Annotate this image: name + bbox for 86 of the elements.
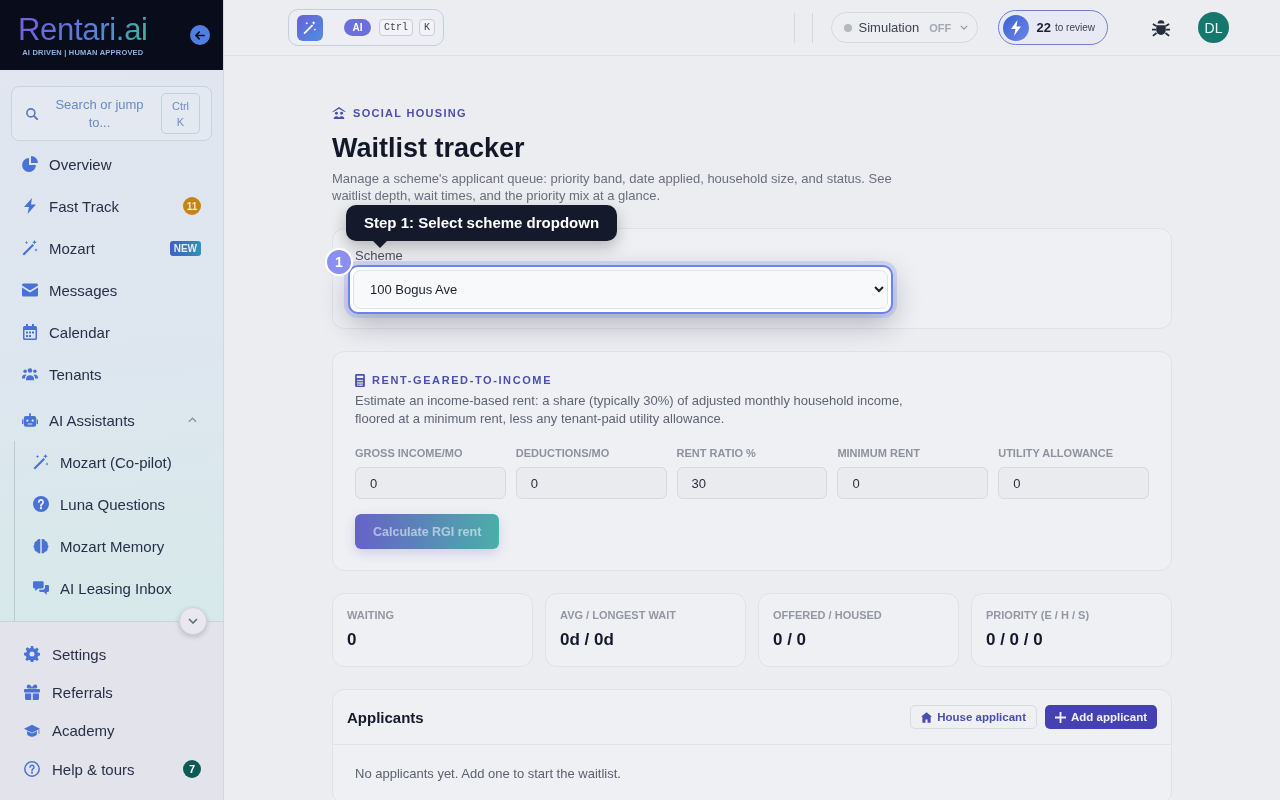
sidebar-item[interactable]: Academy (0, 711, 223, 750)
simulation-toggle[interactable]: Simulation OFF (830, 12, 978, 43)
new-badge: NEW (169, 240, 201, 256)
field-label: GROSS INCOME/MO (355, 447, 464, 460)
scheme-select[interactable]: 100 Bogus Ave (353, 270, 888, 309)
section-label: RENT-GEARED-TO-INCOME (372, 374, 553, 386)
review-queue-button[interactable]: 22 to review (997, 10, 1108, 45)
keyboard-key: Ctrl (378, 19, 413, 36)
house-applicant-button[interactable]: House applicant (910, 705, 1037, 729)
field-label: UTILITY ALLOWANCE (998, 447, 1115, 460)
lightning-icon (1002, 14, 1029, 41)
stat-label: PRIORITY (E / H / S) (986, 608, 1091, 622)
tour-tooltip: Step 1: Select scheme dropdown (346, 205, 618, 241)
sidebar-item[interactable]: Settings (0, 635, 223, 674)
sidebar-item[interactable]: Tenants (0, 353, 223, 395)
count-badge: 11 (183, 197, 201, 215)
field-label: RENT RATIO % (676, 447, 757, 460)
keyboard-shortcut: Ctrl K (161, 93, 200, 134)
lightning-icon (22, 198, 38, 214)
stat-label: WAITING (347, 608, 396, 622)
section-label: SOCIAL HOUSING (353, 107, 467, 119)
input-field[interactable]: 0 (837, 467, 989, 499)
calendar-icon (22, 324, 38, 340)
sidebar-item[interactable]: Calendar (0, 311, 223, 353)
collapse-sidebar-button[interactable] (190, 25, 210, 45)
sidebar-item[interactable]: Referrals (0, 673, 223, 712)
chevron-down-icon (960, 25, 969, 30)
panel-title: Applicants (347, 708, 425, 726)
house-icon (921, 711, 933, 723)
command-palette-button[interactable]: AI Ctrl K (288, 9, 444, 46)
field-label: Scheme (355, 248, 404, 264)
add-applicant-button[interactable]: Add applicant (1044, 705, 1157, 729)
sidebar-item[interactable]: Mozart NEW (0, 227, 223, 269)
step-number-badge: 1 (325, 248, 353, 276)
ai-badge: AI (344, 19, 371, 36)
magic-wand-icon (22, 240, 38, 256)
user-avatar[interactable]: DL (1198, 12, 1229, 43)
keyboard-key: K (419, 19, 435, 36)
envelope-icon (22, 282, 38, 298)
people-icon (22, 366, 38, 382)
field-label: MINIMUM RENT (837, 447, 921, 460)
question-circle-icon (24, 761, 40, 778)
gear-icon (24, 646, 40, 663)
stat-value: 0d / 0d (560, 630, 615, 650)
empty-state-text: No applicants yet. Add one to start the waitlist. (354, 765, 622, 783)
magic-wand-icon (297, 14, 323, 41)
search-icon (26, 107, 38, 120)
page-description: Manage a scheme's applicant queue: priority band, date applied, household size, and status. See waitlist depth, wait times, and the priority mix at a glance. (332, 170, 893, 204)
page-title: Waitlist tracker (332, 132, 526, 164)
section-description: Estimate an income-based rent: a share (typically 30%) of adjusted monthly household income, floored at a minimum rent, less any tenant-paid utility allowance. (355, 392, 904, 428)
input-field[interactable]: 0 (998, 467, 1149, 499)
pie-chart-icon (22, 156, 38, 172)
calculator-icon (355, 373, 365, 387)
stat-value: 0 / 0 / 0 (986, 630, 1044, 650)
sidebar-item[interactable]: AI Assistants (0, 399, 223, 441)
chat-bubbles-icon (33, 580, 49, 596)
sidebar-item[interactable]: Mozart (Co-pilot) (15, 441, 223, 483)
input-field[interactable]: 0 (515, 467, 667, 499)
roof-people-icon (332, 107, 346, 119)
graduation-cap-icon (24, 722, 40, 739)
sidebar-item[interactable]: Luna Questions (15, 483, 223, 525)
field-label: DEDUCTIONS/MO (515, 447, 611, 460)
tooltip-arrow-icon (373, 241, 387, 248)
gift-icon (24, 684, 40, 701)
input-field[interactable]: 30 (676, 467, 828, 499)
input-field[interactable]: 0 (355, 467, 506, 499)
question-circle-icon (33, 496, 49, 512)
bug-report-button[interactable] (1152, 18, 1170, 37)
stat-label: OFFERED / HOUSED (773, 608, 883, 622)
plus-icon (1054, 711, 1066, 723)
robot-icon (22, 412, 38, 428)
chevron-down-icon (188, 618, 198, 624)
sidebar-item[interactable]: Messages (0, 269, 223, 311)
sidebar-item[interactable]: AI Leasing Inbox (15, 567, 223, 609)
count-badge: 7 (183, 760, 201, 779)
stat-label: AVG / LONGEST WAIT (560, 608, 677, 622)
sidebar-item[interactable]: Fast Track 11 (0, 185, 223, 227)
sidebar-item[interactable]: Overview (0, 143, 223, 185)
bug-icon (1152, 18, 1170, 37)
sidebar-item[interactable]: Mozart Memory (15, 525, 223, 567)
stat-value: 0 / 0 (773, 630, 808, 650)
brain-icon (33, 538, 49, 554)
sidebar-item[interactable]: Help & tours 7 (0, 749, 223, 789)
arrow-left-icon (195, 30, 205, 40)
stat-value: 0 (347, 630, 358, 650)
magic-wand-icon (33, 454, 49, 470)
